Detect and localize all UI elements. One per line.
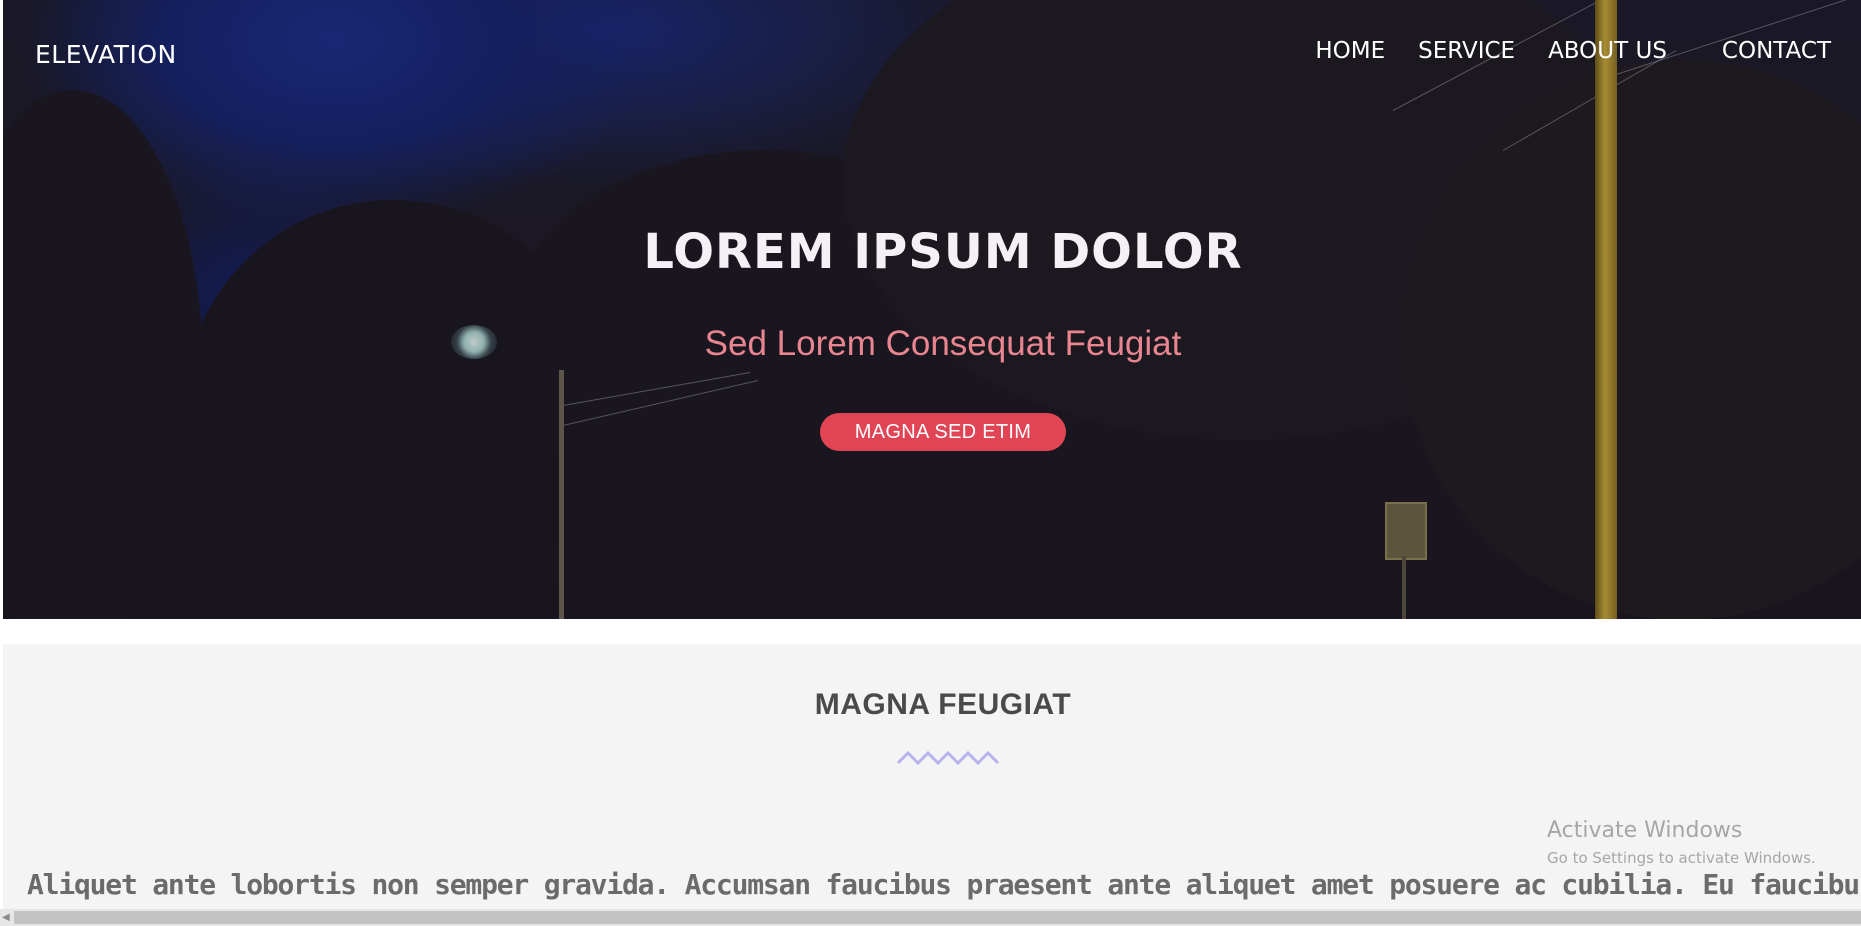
watermark-subtitle: Go to Settings to activate Windows. (1547, 849, 1816, 867)
horizontal-scrollbar[interactable]: ◀ (0, 909, 1861, 926)
hero-overlay (3, 0, 1861, 619)
section-body-text: Aliquet ante lobortis non semper gravida… (27, 868, 1861, 901)
hero-banner (3, 0, 1861, 619)
page: ELEVATION HOME SERVICE ABOUT US CONTACT … (0, 0, 1861, 926)
hero-title: LOREM IPSUM DOLOR (643, 224, 1243, 280)
nav-about-us[interactable]: ABOUT US (1548, 38, 1667, 64)
activate-windows-watermark: Activate Windows Go to Settings to activ… (1547, 818, 1816, 867)
chevron-left-icon[interactable]: ◀ (2, 912, 12, 924)
scrollbar-thumb[interactable] (14, 911, 1861, 924)
feature-section: MAGNA FEUGIAT Aliquet ante lobortis non … (3, 644, 1861, 910)
section-title: MAGNA FEUGIAT (814, 688, 1072, 721)
brand-logo[interactable]: ELEVATION (35, 40, 177, 69)
main-nav: HOME SERVICE ABOUT US CONTACT (1282, 38, 1831, 64)
nav-home[interactable]: HOME (1315, 38, 1385, 64)
nav-contact[interactable]: CONTACT (1722, 38, 1831, 64)
hero-subtitle: Sed Lorem Consequat Feugiat (704, 324, 1182, 363)
nav-service[interactable]: SERVICE (1418, 38, 1515, 64)
watermark-title: Activate Windows (1547, 818, 1743, 843)
hero-cta-button[interactable]: MAGNA SED ETIM (820, 413, 1066, 451)
zigzag-divider-icon (896, 750, 1000, 766)
